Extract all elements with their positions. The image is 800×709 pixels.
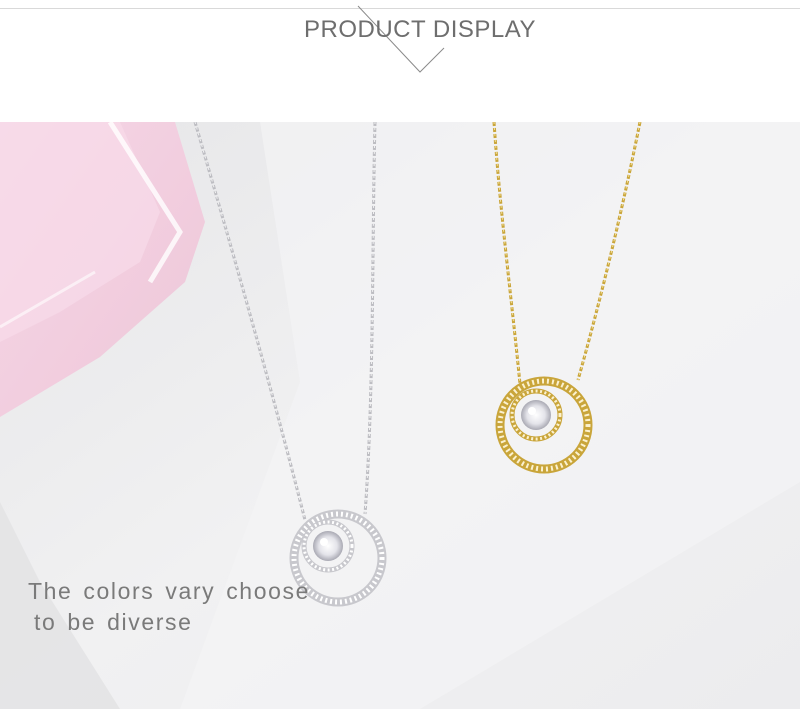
page-header: PRODUCT DISPLAY [0, 0, 800, 122]
caption-line-2: to be diverse [34, 609, 193, 635]
caption-text: The colors vary choose to be diverse [28, 576, 310, 638]
caption-line-1: The colors vary choose [28, 578, 310, 604]
section-title: PRODUCT DISPLAY [304, 16, 536, 43]
